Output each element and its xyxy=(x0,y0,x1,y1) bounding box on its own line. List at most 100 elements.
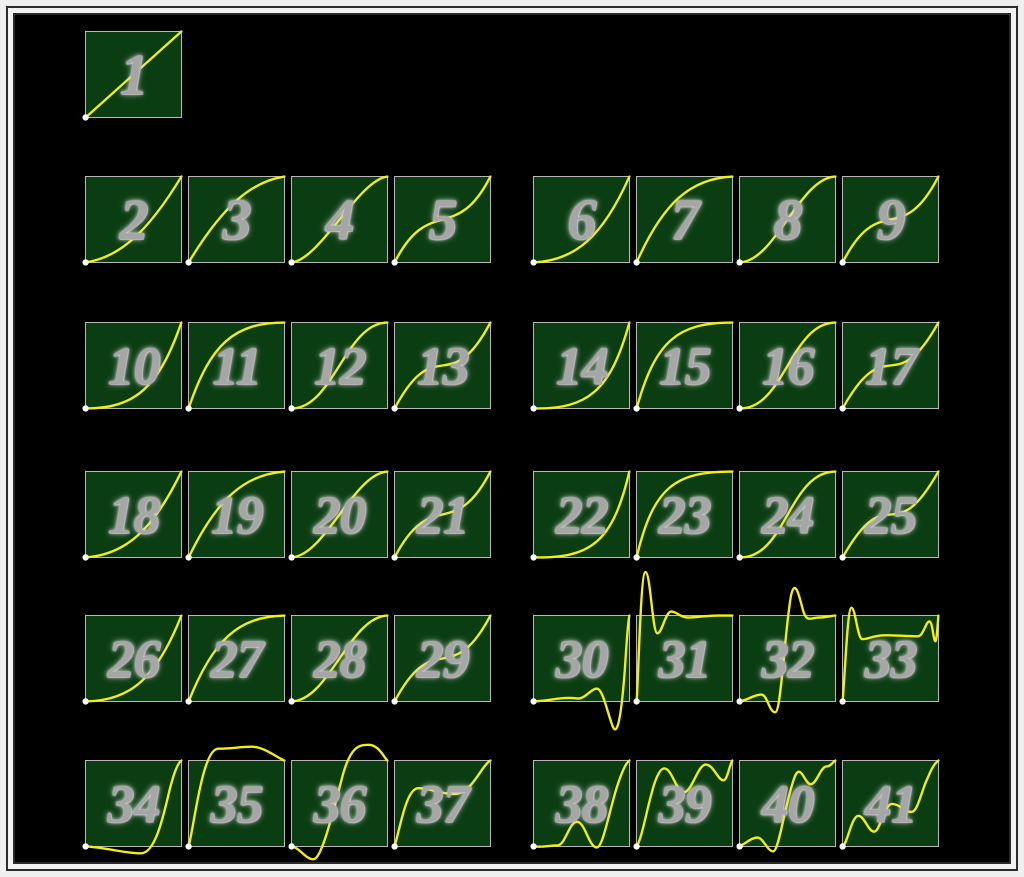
window-inner-frame: 1 2 3 4 5 6 7 8 9 10 11 12 13 14 15 16 17 18 19 20 21 22 23 24 2… xyxy=(13,13,1011,864)
easing-cell-39[interactable]: 39 xyxy=(633,759,734,850)
curve-origin-dot xyxy=(82,405,89,412)
easing-cell-17[interactable]: 17 xyxy=(839,321,940,412)
easing-cell-4[interactable]: 4 xyxy=(288,175,389,266)
easing-curve-path xyxy=(290,743,389,861)
easing-cell-number: 7 xyxy=(670,186,700,252)
easing-cell-number: 34 xyxy=(107,773,161,834)
easing-cell-number: 14 xyxy=(555,335,609,396)
curve-origin-dot xyxy=(288,259,295,266)
easing-cell-8[interactable]: 8 xyxy=(736,175,837,266)
easing-curve-path xyxy=(290,321,389,410)
easing-cell-40[interactable]: 40 xyxy=(736,759,837,853)
easing-cell-24[interactable]: 24 xyxy=(736,470,837,561)
easing-cell-number: 16 xyxy=(761,335,815,396)
easing-curve-path xyxy=(84,470,183,559)
easing-curve-path xyxy=(393,470,492,559)
easing-cell-number: 5 xyxy=(428,186,458,252)
easing-curve-path xyxy=(738,175,837,264)
curve-origin-dot xyxy=(633,698,640,705)
easing-curve-plot xyxy=(391,175,492,266)
easing-cell-number: 32 xyxy=(761,628,815,689)
curve-origin-dot xyxy=(82,259,89,266)
easing-cell-1[interactable]: 1 xyxy=(82,30,183,121)
easing-curve-plot xyxy=(839,470,940,561)
easing-cell-31[interactable]: 31 xyxy=(633,570,734,705)
easing-curve-path xyxy=(532,759,631,849)
easing-cell-9[interactable]: 9 xyxy=(839,175,940,266)
easing-cell-12[interactable]: 12 xyxy=(288,321,389,412)
easing-cell-27[interactable]: 27 xyxy=(185,614,286,705)
easing-cell-41[interactable]: 41 xyxy=(839,759,940,850)
easing-cell-28[interactable]: 28 xyxy=(288,614,389,705)
easing-cell-15[interactable]: 15 xyxy=(633,321,734,412)
easing-cell-number: 36 xyxy=(313,773,367,834)
easing-cell-14[interactable]: 14 xyxy=(530,321,631,412)
easing-curve-path xyxy=(84,614,183,703)
easing-cell-38[interactable]: 38 xyxy=(530,759,631,850)
easing-cell-number: 8 xyxy=(773,186,803,252)
easing-cell-2[interactable]: 2 xyxy=(82,175,183,266)
easing-cell-21[interactable]: 21 xyxy=(391,470,492,561)
easing-cell-number: 31 xyxy=(658,628,712,689)
curve-origin-dot xyxy=(82,698,89,705)
easing-cell-20[interactable]: 20 xyxy=(288,470,389,561)
easing-curve-path xyxy=(635,175,734,264)
easing-cell-number: 30 xyxy=(555,628,609,689)
easing-cell-number: 22 xyxy=(555,484,609,545)
easing-cell-number: 37 xyxy=(416,773,470,834)
easing-curve-path xyxy=(841,606,940,703)
easing-cell-22[interactable]: 22 xyxy=(530,470,631,561)
easing-cell-30[interactable]: 30 xyxy=(530,614,631,731)
easing-cell-23[interactable]: 23 xyxy=(633,470,734,561)
easing-cell-number: 10 xyxy=(107,335,161,396)
curve-origin-dot xyxy=(633,259,640,266)
curve-origin-dot xyxy=(391,554,398,561)
easing-cell-18[interactable]: 18 xyxy=(82,470,183,561)
easing-cell-number: 24 xyxy=(761,484,815,545)
easing-cell-number: 26 xyxy=(107,628,161,689)
easing-cell-10[interactable]: 10 xyxy=(82,321,183,412)
easing-cell-26[interactable]: 26 xyxy=(82,614,183,705)
easing-cell-3[interactable]: 3 xyxy=(185,175,286,266)
easing-cell-6[interactable]: 6 xyxy=(530,175,631,266)
easing-grid-canvas: 1 2 3 4 5 6 7 8 9 10 11 12 13 14 15 16 17 18 19 20 21 22 23 24 2… xyxy=(15,15,1009,862)
easing-curve-path xyxy=(187,745,286,848)
easing-curve-path xyxy=(187,614,286,703)
easing-cell-number: 9 xyxy=(876,186,906,252)
easing-curve-path xyxy=(738,759,837,853)
easing-cell-number: 1 xyxy=(119,41,149,107)
easing-cell-16[interactable]: 16 xyxy=(736,321,837,412)
easing-curve-path xyxy=(532,175,631,264)
easing-cell-29[interactable]: 29 xyxy=(391,614,492,705)
curve-origin-dot xyxy=(185,405,192,412)
curve-origin-dot xyxy=(736,554,743,561)
easing-curve-path xyxy=(393,321,492,410)
curve-origin-dot xyxy=(633,843,640,850)
easing-curve-path xyxy=(393,175,492,264)
easing-curve-path xyxy=(84,30,183,119)
easing-cell-number: 27 xyxy=(210,628,264,689)
easing-cell-32[interactable]: 32 xyxy=(736,587,837,714)
easing-cell-37[interactable]: 37 xyxy=(391,759,492,850)
curve-origin-dot xyxy=(391,259,398,266)
easing-cell-13[interactable]: 13 xyxy=(391,321,492,412)
easing-cell-5[interactable]: 5 xyxy=(391,175,492,266)
easing-cell-33[interactable]: 33 xyxy=(839,606,940,705)
easing-cell-36[interactable]: 36 xyxy=(288,743,389,861)
easing-curve-path xyxy=(84,759,183,855)
easing-curve-path xyxy=(393,759,492,848)
curve-origin-dot xyxy=(391,405,398,412)
easing-cell-34[interactable]: 34 xyxy=(82,759,183,855)
easing-curve-plot xyxy=(839,321,940,412)
easing-curve-path xyxy=(635,570,734,703)
easing-cell-19[interactable]: 19 xyxy=(185,470,286,561)
curve-origin-dot xyxy=(633,405,640,412)
curve-origin-dot xyxy=(185,698,192,705)
easing-cell-35[interactable]: 35 xyxy=(185,745,286,850)
curve-origin-dot xyxy=(530,698,537,705)
easing-cell-7[interactable]: 7 xyxy=(633,175,734,266)
easing-cell-number: 33 xyxy=(864,628,918,689)
easing-cell-11[interactable]: 11 xyxy=(185,321,286,412)
easing-cell-25[interactable]: 25 xyxy=(839,470,940,561)
easing-cell-number: 6 xyxy=(567,186,597,252)
